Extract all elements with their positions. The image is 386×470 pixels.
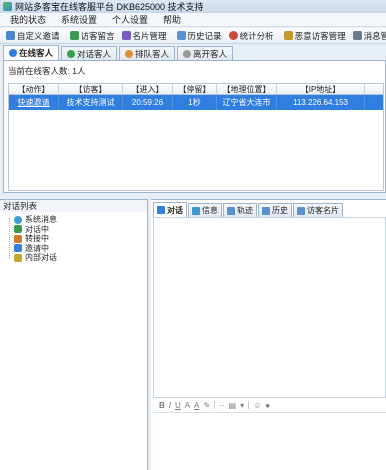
tab-info[interactable]: 信息 <box>188 203 222 217</box>
menu-system-settings[interactable]: 系统设置 <box>61 13 97 26</box>
info-icon <box>192 206 200 215</box>
table-header: 【动作】 【访客】 【进入】 【停留】 【地理位置】 【IP地址】 <box>9 84 383 95</box>
bold-button[interactable]: B <box>159 401 165 410</box>
title-bar: 网站多客宝在线客服平台 DKB625000 技术支持 <box>0 0 386 13</box>
toolbar: 自定义邀请 访客留言 名片管理 历史记录 统计分析 恶意访客管理 消息管理 <box>0 28 386 44</box>
chart-icon <box>228 31 238 40</box>
card-icon <box>121 31 131 40</box>
app-logo-icon <box>3 2 12 11</box>
table-cell: 113.226.64.153 <box>277 95 365 110</box>
column-header-extra[interactable] <box>365 84 383 94</box>
tab-chat-guests[interactable]: 对话客人 <box>61 46 118 60</box>
more-options-button[interactable]: ·· <box>219 401 224 410</box>
quick-invite-link[interactable]: 快速邀请 <box>9 95 59 110</box>
table-cell: 技术支持测试 <box>59 95 123 110</box>
message-icon <box>69 31 79 40</box>
guest-table: 【动作】 【访客】 【进入】 【停留】 【地理位置】 【IP地址】 快速邀请 技… <box>8 83 384 191</box>
tab-left-guests[interactable]: 离开客人 <box>177 46 234 60</box>
visitor-message-button[interactable]: 访客留言 <box>68 29 117 43</box>
conversation-list-panel: 对话列表 系统消息 对话中 转接中 邀请中 内部对话 <box>0 199 148 470</box>
tree-item-internal-chat[interactable]: 内部对话 <box>8 253 147 263</box>
invite-icon <box>6 31 15 40</box>
guest-tabs: 在线客人 对话客人 排队客人 离开客人 <box>3 45 234 60</box>
tab-visitor-card[interactable]: 访客名片 <box>293 203 343 217</box>
left-guest-icon <box>183 49 192 58</box>
online-guest-icon <box>9 49 17 57</box>
format-separator <box>248 401 250 409</box>
font-size-button[interactable]: A <box>185 401 190 410</box>
conversation-tree: 系统消息 对话中 转接中 邀请中 内部对话 <box>0 212 147 263</box>
column-header-ip[interactable]: 【IP地址】 <box>277 84 365 94</box>
column-header-stay[interactable]: 【停留】 <box>173 84 217 94</box>
emoji-icon[interactable]: ☺ <box>253 401 261 410</box>
column-header-location[interactable]: 【地理位置】 <box>217 84 277 94</box>
malicious-visitor-button[interactable]: 恶意访客管理 <box>282 29 348 43</box>
chat-transcript[interactable] <box>153 217 386 398</box>
dialog-icon <box>157 206 165 214</box>
inviting-icon <box>14 244 22 253</box>
table-cell: http <box>365 95 383 110</box>
track-icon <box>227 206 235 215</box>
internal-icon <box>14 253 22 262</box>
history-icon <box>176 31 186 40</box>
column-header-action[interactable]: 【动作】 <box>9 84 59 94</box>
system-icon <box>14 215 22 224</box>
tab-history[interactable]: 历史 <box>258 203 292 217</box>
table-cell: 20:59:26 <box>123 95 173 110</box>
tab-online-guests[interactable]: 在线客人 <box>3 45 60 60</box>
dropdown-arrow-icon[interactable]: ▾ <box>240 401 244 410</box>
online-count: 当前在线客人数: 1人 <box>8 66 86 76</box>
tab-dialog[interactable]: 对话 <box>153 202 187 217</box>
block-icon <box>283 31 293 40</box>
menu-my-status[interactable]: 我的状态 <box>10 13 46 26</box>
talking-icon <box>14 225 22 234</box>
online-guests-panel: 当前在线客人数: 1人 【动作】 【访客】 【进入】 【停留】 【地理位置】 【… <box>3 60 386 193</box>
quick-reply-icon[interactable]: ▤ <box>229 401 237 410</box>
table-cell: 辽宁省大连市 <box>217 95 277 110</box>
tab-queue-guests[interactable]: 排队客人 <box>119 46 176 60</box>
menu-help[interactable]: 帮助 <box>163 13 181 26</box>
screenshot-icon[interactable]: ● <box>265 401 270 410</box>
mail-icon <box>352 31 362 40</box>
window-title: 网站多客宝在线客服平台 DKB625000 技术支持 <box>15 2 204 12</box>
message-management-button[interactable]: 消息管理 <box>351 29 386 43</box>
table-cell: 1秒 <box>173 95 217 110</box>
menu-personal-settings[interactable]: 个人设置 <box>112 13 148 26</box>
card-icon <box>297 206 305 215</box>
underline-button[interactable]: U <box>175 401 181 410</box>
statistics-button[interactable]: 统计分析 <box>227 29 276 43</box>
menu-bar: 我的状态 系统设置 个人设置 帮助 <box>0 13 386 27</box>
font-color-button[interactable]: A <box>194 401 199 410</box>
message-input[interactable] <box>153 412 386 470</box>
chat-tabs: 对话 信息 轨迹 历史 访客名片 <box>153 202 343 217</box>
column-header-enter[interactable]: 【进入】 <box>123 84 173 94</box>
highlight-icon[interactable]: ✎ <box>203 401 210 410</box>
italic-button[interactable]: I <box>169 401 171 410</box>
chat-guest-icon <box>67 49 76 58</box>
format-separator <box>214 401 216 409</box>
table-row[interactable]: 快速邀请 技术支持测试 20:59:26 1秒 辽宁省大连市 113.226.6… <box>9 95 383 110</box>
column-header-visitor[interactable]: 【访客】 <box>59 84 123 94</box>
tab-track[interactable]: 轨迹 <box>223 203 257 217</box>
history-icon <box>262 206 270 215</box>
format-toolbar: B I U A A ✎ ·· ▤ ▾ ☺ ● <box>153 399 386 411</box>
queue-guest-icon <box>125 49 134 58</box>
card-management-button[interactable]: 名片管理 <box>120 29 169 43</box>
chat-panel: 对话 信息 轨迹 历史 访客名片 B I U A A ✎ ·· ▤ ▾ ☺ ● <box>151 199 386 470</box>
custom-invite-button[interactable]: 自定义邀请 <box>4 29 62 43</box>
transfer-icon <box>14 234 22 243</box>
conversation-list-title: 对话列表 <box>0 200 147 212</box>
history-button[interactable]: 历史记录 <box>175 29 224 43</box>
